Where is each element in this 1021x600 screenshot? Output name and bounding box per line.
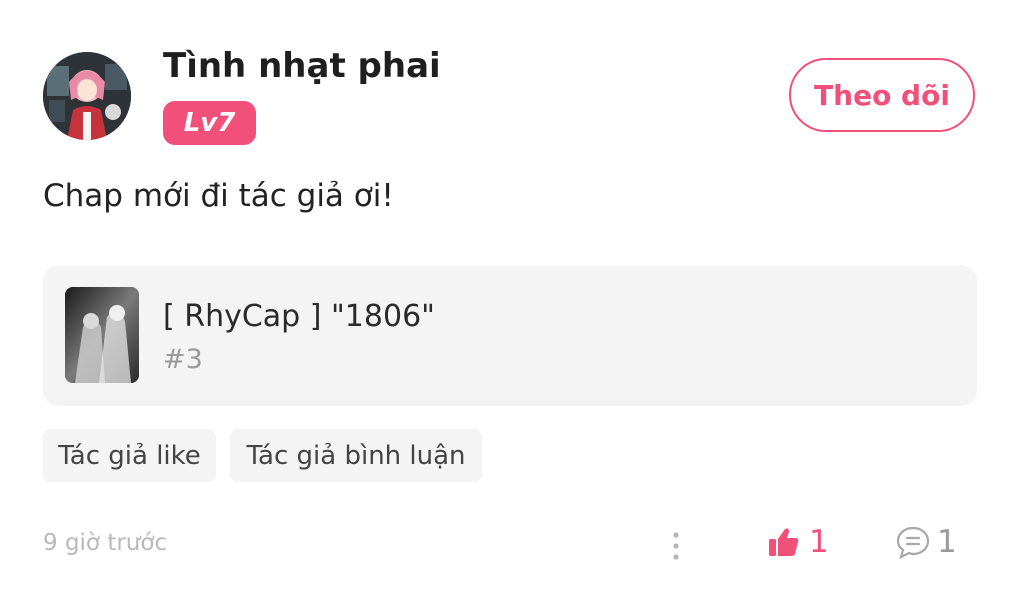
like-button[interactable]: 1: [767, 524, 829, 560]
chapter-number: #3: [163, 344, 203, 375]
username[interactable]: Tình nhạt phai: [163, 46, 441, 86]
tag-author-like: Tác giả like: [43, 429, 216, 482]
level-badge: Lv7: [163, 101, 256, 145]
chapter-thumbnail: [65, 287, 139, 383]
comment-text: Chap mới đi tác giả ơi!: [43, 178, 394, 214]
tag-author-comment: Tác giả bình luận: [230, 429, 482, 482]
comment-button[interactable]: 1: [895, 524, 957, 560]
chapter-title: [ RhyCap ] "1806": [163, 299, 435, 334]
more-vertical-icon: [673, 532, 679, 560]
more-options-button[interactable]: [664, 529, 688, 563]
avatar-image: [43, 52, 131, 140]
comment-bubble-icon: [896, 526, 930, 560]
comment-count: 1: [937, 524, 957, 560]
timestamp: 9 giờ trước: [43, 530, 168, 556]
thumbs-up-icon: [769, 528, 799, 556]
follow-button[interactable]: Theo dõi: [789, 58, 975, 132]
chapter-card[interactable]: [ RhyCap ] "1806" #3: [43, 265, 977, 406]
like-count: 1: [809, 524, 829, 560]
avatar[interactable]: [43, 52, 131, 140]
